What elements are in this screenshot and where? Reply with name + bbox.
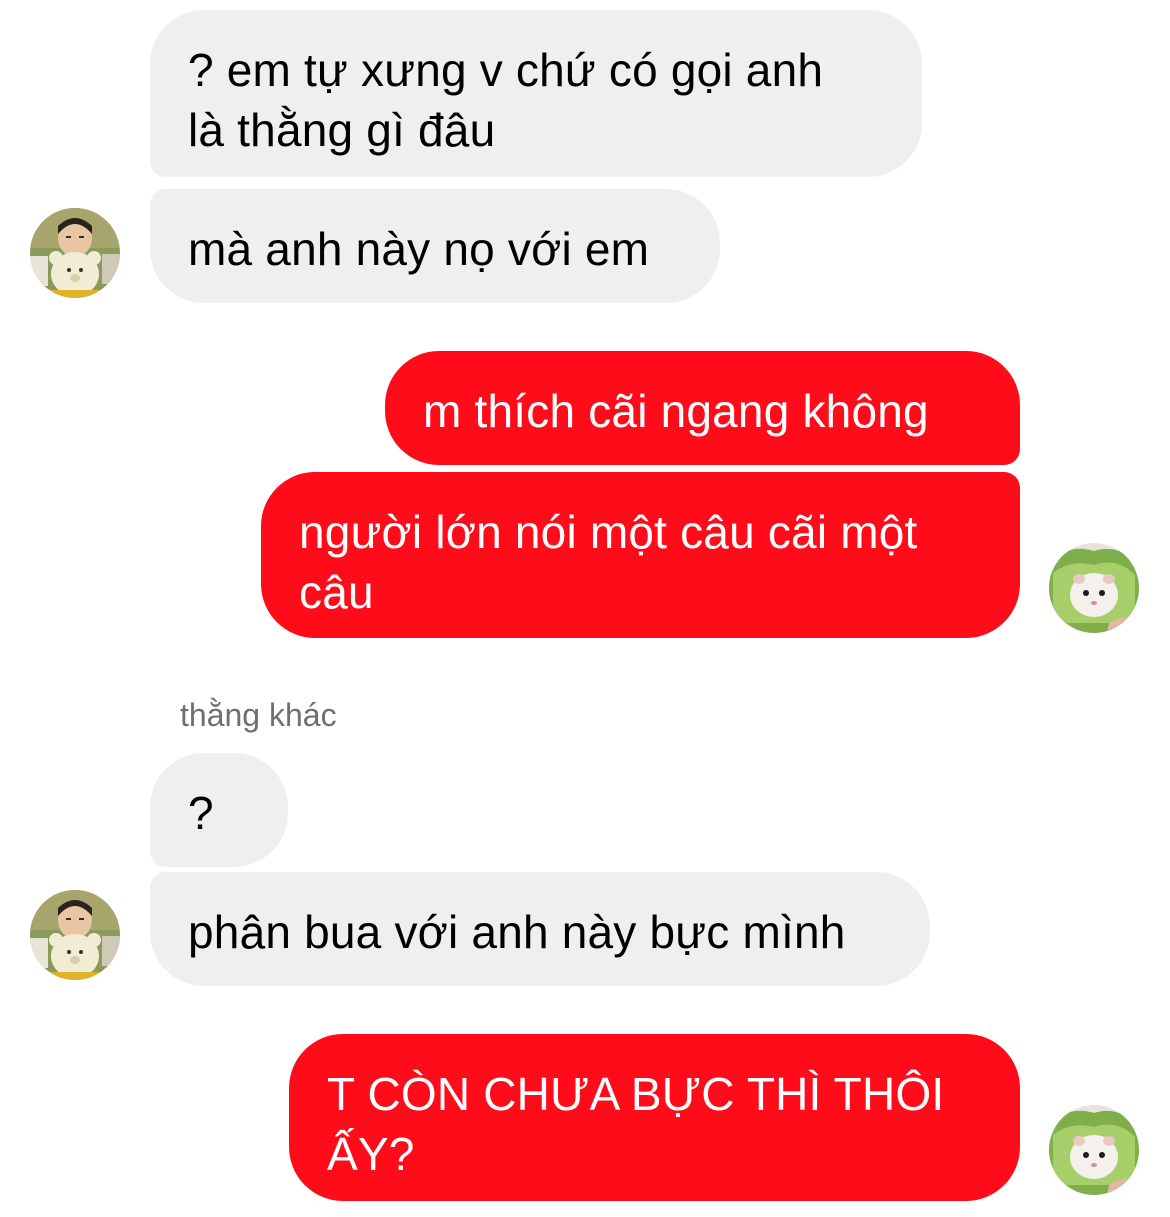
contact-avatar[interactable] [30, 208, 120, 298]
message-bubble-incoming[interactable]: ? em tự xưng v chứ có gọi anh là thằng g… [150, 10, 922, 177]
hamster-in-lettuce-avatar [1049, 543, 1139, 633]
self-avatar[interactable] [1049, 1105, 1139, 1195]
message-bubble-incoming[interactable]: phân bua với anh này bực mình [150, 872, 930, 986]
message-bubble-outgoing[interactable]: T CÒN CHƯA BỰC THÌ THÔI ẤY? [289, 1034, 1020, 1201]
message-bubble-incoming[interactable]: ? [150, 753, 288, 867]
sender-name: thằng khác [180, 697, 337, 733]
message-bubble-outgoing[interactable]: m thích cãi ngang không [385, 351, 1020, 465]
boy-with-teddy-bear-avatar [30, 890, 120, 980]
boy-with-teddy-bear-avatar [30, 208, 120, 298]
message-bubble-outgoing[interactable]: người lớn nói một câu cãi một câu [261, 472, 1020, 638]
self-avatar[interactable] [1049, 543, 1139, 633]
hamster-in-lettuce-avatar [1049, 1105, 1139, 1195]
message-bubble-incoming[interactable]: mà anh này nọ với em [150, 189, 720, 303]
contact-avatar[interactable] [30, 890, 120, 980]
